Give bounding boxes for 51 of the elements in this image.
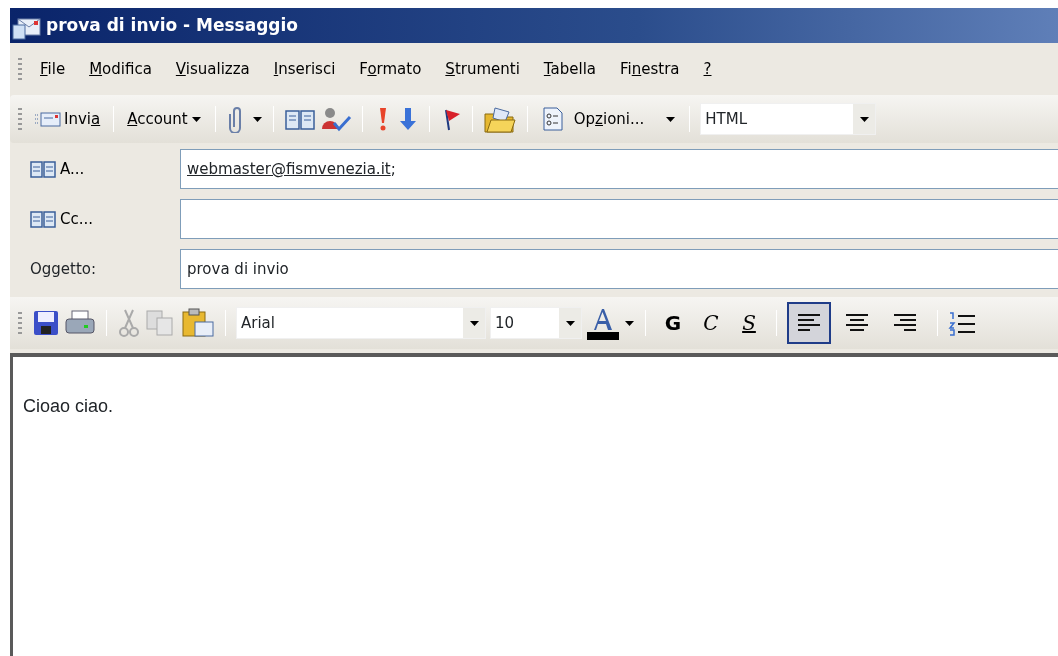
font-dropdown[interactable]: Arial [236, 307, 486, 339]
italic-button[interactable]: C [694, 305, 728, 341]
address-book-button[interactable]: Cc... [30, 207, 94, 231]
grip-handle[interactable] [18, 312, 22, 334]
person-check-icon[interactable] [319, 105, 352, 133]
font-size-dropdown[interactable]: 10 [490, 307, 582, 339]
envelope-icon [35, 110, 61, 128]
caret-icon[interactable] [251, 114, 263, 124]
caret-icon [665, 114, 677, 124]
window-title: prova di invio - Messaggio [46, 13, 299, 37]
recipient-field[interactable] [180, 199, 1058, 239]
address-book-button[interactable]: A... [30, 157, 85, 181]
font-color-icon[interactable] [586, 306, 620, 340]
paste-icon[interactable] [181, 307, 215, 339]
bold-button[interactable]: G [656, 305, 690, 341]
scissors-icon[interactable] [117, 308, 141, 338]
options-icon [540, 106, 565, 132]
book-icon [30, 159, 56, 179]
caret-icon [468, 318, 480, 328]
numbered-list-icon[interactable] [948, 310, 976, 336]
grip-handle[interactable] [18, 58, 22, 80]
folder-icon[interactable] [482, 104, 517, 134]
menu-item[interactable]: ? [691, 57, 724, 81]
send-button[interactable]: Invia [32, 105, 104, 133]
underline-button[interactable]: S [732, 305, 766, 341]
body-text: Cioao ciao. [23, 395, 115, 418]
grip-handle[interactable] [18, 108, 22, 130]
format-dropdown[interactable]: HTML [700, 103, 877, 135]
caret-icon [190, 114, 202, 124]
message-body[interactable]: Cioao ciao. [10, 353, 1058, 656]
recipient-field[interactable]: webmaster@fismvenezia.it; [180, 149, 1058, 189]
caret-icon [564, 318, 576, 328]
save-icon[interactable] [32, 309, 60, 337]
menu-item[interactable]: Visualizza [163, 57, 262, 81]
menu-item[interactable]: Formato [347, 57, 434, 81]
caret-icon[interactable] [624, 318, 635, 328]
subject-field[interactable]: prova di invio [180, 249, 1058, 289]
printer-icon[interactable] [64, 309, 96, 337]
menu-item[interactable]: Tabella [531, 57, 608, 81]
menu-item[interactable]: Inserisci [261, 57, 348, 81]
account-button[interactable]: Account [124, 105, 205, 133]
align-left-button[interactable] [787, 302, 831, 344]
caret-icon [858, 114, 870, 124]
field-label: Oggetto: [30, 258, 97, 280]
menu-item[interactable]: Modifica [77, 57, 164, 81]
menu-item[interactable]: File [28, 57, 78, 81]
book-icon [30, 209, 56, 229]
menu-item[interactable]: Strumenti [433, 57, 532, 81]
book-icon[interactable] [283, 107, 316, 131]
menu-item[interactable]: Finestra [608, 57, 692, 81]
options-button[interactable]: Opzioni... [537, 104, 680, 134]
